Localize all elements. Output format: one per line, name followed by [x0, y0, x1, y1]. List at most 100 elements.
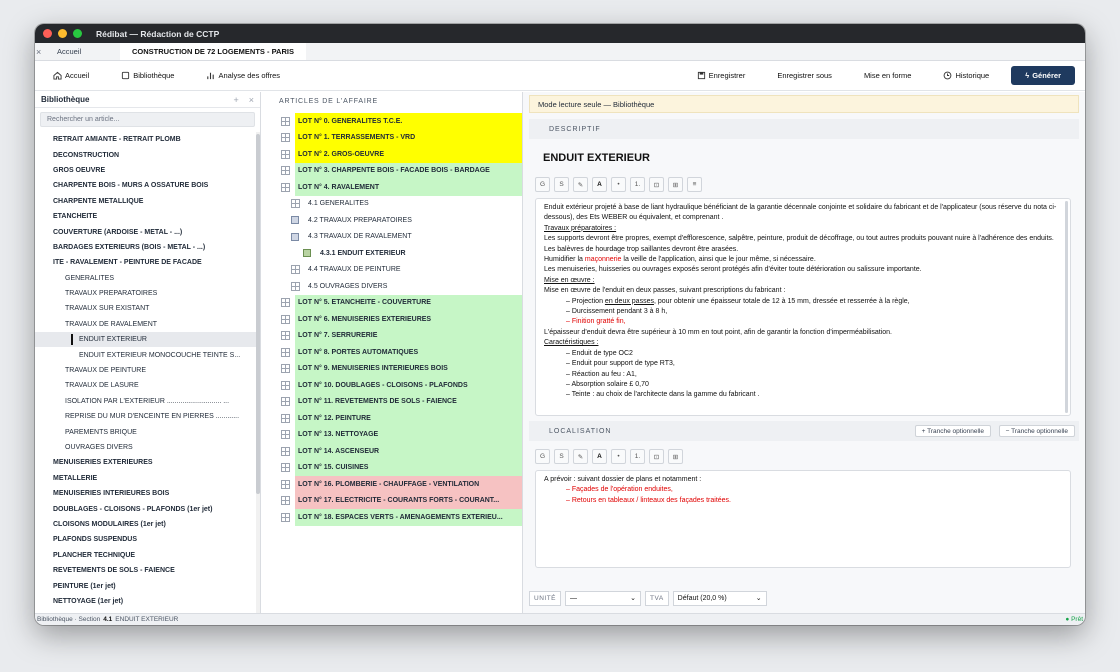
scrollbar-thumb[interactable] [1065, 201, 1068, 413]
tab-accueil[interactable]: × Accueil [35, 43, 120, 60]
article-row[interactable]: 4.1 GENERALITES [261, 196, 522, 213]
article-row[interactable]: LOT N° 0. GENERALITES T.C.E. [261, 113, 522, 130]
historique-button[interactable]: Historique [943, 71, 989, 80]
format-button[interactable]: A [592, 449, 607, 464]
library-item[interactable]: COUVERTURE (ARDOISE - METAL - ...) [35, 224, 256, 239]
library-item[interactable]: MENUISERIES EXTERIEURES [35, 455, 256, 470]
expand-icon[interactable] [281, 314, 290, 324]
library-item[interactable]: REVETEMENTS DE SOLS - FAIENCE [35, 563, 256, 578]
expand-icon[interactable] [281, 149, 290, 159]
expand-icon[interactable] [291, 265, 300, 275]
article-row[interactable]: LOT N° 5. ETANCHEITE - COUVERTURE [261, 294, 522, 311]
article-row[interactable]: LOT N° 2. GROS-OEUVRE [261, 146, 522, 163]
library-item[interactable]: GROS OEUVRE [35, 163, 256, 178]
expand-icon[interactable] [281, 116, 290, 126]
article-row[interactable]: LOT N° 15. CUISINES [261, 459, 522, 476]
library-item[interactable]: DECONSTRUCTION [35, 147, 256, 162]
article-row[interactable]: 4.2 TRAVAUX PREPARATOIRES [261, 212, 522, 229]
bibliotheque-button[interactable]: Bibliothèque [121, 71, 174, 80]
scrollbar-thumb[interactable] [256, 134, 260, 494]
format-button[interactable]: G [535, 449, 550, 464]
library-item[interactable]: METALLERIE [35, 471, 256, 486]
library-item[interactable]: TRAVAUX DE LASURE [35, 378, 256, 393]
expand-icon[interactable] [281, 166, 290, 176]
article-row[interactable]: LOT N° 18. ESPACES VERTS - AMENAGEMENTS … [261, 509, 522, 526]
mise-en-forme-button[interactable]: Mise en forme [864, 71, 912, 80]
article-row[interactable]: LOT N° 11. REVETEMENTS DE SOLS - FAIENCE [261, 393, 522, 410]
expand-icon[interactable] [291, 199, 300, 209]
remove-tranche-button[interactable]: − Tranche optionnelle [998, 425, 1075, 437]
localisation-text[interactable]: A prévoir : suivant dossier de plans et … [535, 470, 1071, 568]
format-button[interactable]: ≡ [687, 177, 702, 192]
library-scrollbar[interactable] [256, 132, 260, 613]
add-icon[interactable]: + [233, 95, 238, 105]
library-item[interactable]: MENUISERIES INTERIEURES BOIS [35, 486, 256, 501]
format-button[interactable]: S [554, 177, 569, 192]
format-button[interactable]: • [611, 177, 626, 192]
expand-icon[interactable] [281, 298, 290, 308]
expand-icon[interactable] [281, 380, 290, 390]
article-row[interactable]: LOT N° 1. TERRASSEMENTS - VRD [261, 129, 522, 146]
minimize-window-button[interactable] [58, 29, 67, 38]
library-item[interactable]: TRAVAUX DE PEINTURE [35, 363, 256, 378]
format-button[interactable]: 1. [630, 177, 645, 192]
close-window-button[interactable] [43, 29, 52, 38]
expand-icon[interactable] [281, 479, 290, 489]
library-item[interactable]: TRAVAUX SUR EXISTANT [35, 301, 256, 316]
article-row[interactable]: LOT N° 4. RAVALEMENT [261, 179, 522, 196]
format-button[interactable]: G [535, 177, 550, 192]
library-item[interactable]: BARDAGES EXTERIEURS (BOIS - METAL - ...) [35, 240, 256, 255]
article-row[interactable]: LOT N° 7. SERRURERIE [261, 327, 522, 344]
article-row[interactable]: LOT N° 6. MENUISERIES EXTERIEURES [261, 311, 522, 328]
close-icon[interactable]: × [249, 95, 254, 105]
library-item[interactable]: CLOISONS MODULAIRES (1er jet) [35, 517, 256, 532]
library-item[interactable]: DOUBLAGES - CLOISONS - PLAFONDS (1er jet… [35, 501, 256, 516]
expand-icon[interactable] [281, 133, 290, 143]
format-button[interactable]: ⊞ [668, 177, 683, 192]
expand-icon[interactable] [281, 364, 290, 374]
expand-icon[interactable] [281, 512, 290, 522]
expand-icon[interactable] [281, 397, 290, 407]
tva-select[interactable]: Défaut (20,0 %) ⌄ [672, 590, 767, 606]
expand-icon[interactable] [281, 182, 290, 192]
article-row[interactable]: LOT N° 9. MENUISERIES INTERIEURES BOIS [261, 360, 522, 377]
expand-icon[interactable] [281, 413, 290, 423]
article-row[interactable]: LOT N° 16. PLOMBERIE - CHAUFFAGE - VENTI… [261, 476, 522, 493]
format-button[interactable]: ⊡ [649, 177, 664, 192]
enregistrer-button[interactable]: Enregistrer [697, 71, 745, 80]
expand-icon[interactable] [281, 331, 290, 341]
library-item[interactable]: REPRISE DU MUR D'ENCEINTE EN PIERRES ...… [35, 409, 256, 424]
expand-icon[interactable] [281, 347, 290, 357]
article-row[interactable]: 4.3.1 ENDUIT EXTERIEUR [261, 245, 522, 262]
tab-project[interactable]: CONSTRUCTION DE 72 LOGEMENTS - PARIS [120, 43, 306, 60]
expand-icon[interactable] [281, 463, 290, 473]
format-button[interactable]: ✎ [573, 449, 588, 464]
library-item[interactable]: ENDUIT EXTERIEUR MONOCOUCHE TEINTE S... [35, 347, 256, 362]
article-row[interactable]: 4.4 TRAVAUX DE PEINTURE [261, 262, 522, 279]
library-item[interactable]: PAREMENTS BRIQUE [35, 424, 256, 439]
article-row[interactable]: LOT N° 3. CHARPENTE BOIS - FACADE BOIS -… [261, 162, 522, 179]
library-item[interactable]: CHARPENTE BOIS - MURS A OSSATURE BOIS [35, 178, 256, 193]
library-item[interactable]: TRAVAUX DE RAVALEMENT [35, 317, 256, 332]
expand-icon[interactable] [281, 446, 290, 456]
accueil-button[interactable]: Accueil [53, 71, 89, 80]
enregistrer-sous-button[interactable]: Enregistrer sous [777, 71, 832, 80]
close-tab-icon[interactable]: × [36, 47, 41, 57]
library-item[interactable]: PLAFONDS SUSPENDUS [35, 532, 256, 547]
article-row[interactable]: LOT N° 12. PEINTURE [261, 410, 522, 427]
library-item[interactable]: ETANCHEITE [35, 209, 256, 224]
format-button[interactable]: 1. [630, 449, 645, 464]
article-row[interactable]: 4.3 TRAVAUX DE RAVALEMENT [261, 229, 522, 246]
unite-select[interactable]: — ⌄ [565, 590, 641, 606]
library-item[interactable]: ITE - RAVALEMENT - PEINTURE DE FACADE [35, 255, 256, 270]
library-item[interactable]: GENERALITES [35, 271, 256, 286]
library-item[interactable]: ISOLATION PAR L'EXTERIEUR ..............… [35, 394, 256, 409]
zoom-window-button[interactable] [73, 29, 82, 38]
expand-icon[interactable] [281, 496, 290, 506]
library-item[interactable]: PEINTURE (1er jet) [35, 578, 256, 593]
add-tranche-button[interactable]: + Tranche optionnelle [914, 425, 991, 437]
format-button[interactable]: ⊡ [649, 449, 664, 464]
library-item[interactable]: PLANCHER TECHNIQUE [35, 548, 256, 563]
descriptif-scrollbar[interactable] [1065, 201, 1068, 413]
library-item[interactable]: TRAVAUX PREPARATOIRES [35, 286, 256, 301]
